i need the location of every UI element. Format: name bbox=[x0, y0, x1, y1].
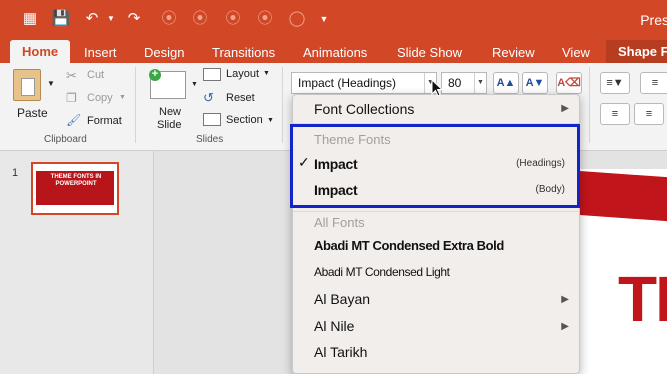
slide-red-banner bbox=[578, 170, 667, 222]
font-item-name: Al Nile bbox=[314, 318, 355, 334]
tab-shape-format[interactable]: Shape F bbox=[606, 40, 667, 63]
document-title: Pres bbox=[640, 12, 667, 28]
layout-button[interactable]: Layout bbox=[226, 68, 259, 80]
ribbon-divider bbox=[282, 67, 283, 143]
undo-dropdown-icon[interactable]: ▼ bbox=[101, 9, 121, 29]
font-item[interactable]: Al Bayan ▶ bbox=[293, 287, 579, 313]
slide-thumbnails-pane: 1 THEME FONTS IN POWERPOINT bbox=[0, 151, 154, 374]
font-name-value: Impact (Headings) bbox=[298, 76, 397, 90]
section-icon[interactable] bbox=[203, 113, 221, 126]
all-fonts-header: All Fonts bbox=[314, 215, 365, 230]
tab-insert[interactable]: Insert bbox=[84, 42, 117, 63]
slide-number: 1 bbox=[12, 167, 19, 179]
customize-toolbar-icon[interactable]: ▼ bbox=[314, 9, 334, 29]
new-slide-dropdown-icon[interactable]: ▼ bbox=[191, 81, 198, 88]
ribbon-divider bbox=[135, 67, 136, 143]
layout-icon[interactable] bbox=[203, 68, 221, 81]
align-left-icon[interactable]: ≡ bbox=[600, 103, 630, 125]
format-painter-button[interactable]: Format bbox=[87, 115, 122, 127]
thumbnail-title: THEME FONTS IN POWERPOINT bbox=[50, 174, 102, 187]
paste-icon[interactable] bbox=[13, 69, 41, 101]
bullets-icon[interactable]: ≡▼ bbox=[600, 72, 630, 94]
theme-fonts-highlight bbox=[290, 124, 580, 208]
align-center-icon[interactable]: ≡ bbox=[634, 103, 664, 125]
font-item-name: Al Tarikh bbox=[314, 344, 368, 360]
mouse-pointer-icon bbox=[431, 79, 443, 97]
quick-access-icon-4[interactable]: ⦿ bbox=[255, 9, 275, 29]
copy-dropdown-icon[interactable]: ▼ bbox=[119, 94, 126, 101]
reset-button[interactable]: Reset bbox=[226, 92, 255, 104]
cut-button[interactable]: Cut bbox=[87, 69, 104, 81]
tab-animations[interactable]: Animations bbox=[303, 42, 367, 63]
clear-formatting-icon[interactable]: A⌫ bbox=[556, 72, 582, 94]
numbering-icon[interactable]: ≡ bbox=[640, 72, 667, 94]
submenu-arrow-icon: ▶ bbox=[561, 103, 569, 114]
section-button[interactable]: Section bbox=[226, 114, 263, 126]
quick-access-icon-2[interactable]: ⦿ bbox=[190, 9, 210, 29]
slide-title-preview: TH bbox=[618, 263, 667, 335]
reset-icon[interactable]: ↺ bbox=[203, 90, 214, 106]
undo-icon[interactable]: ↶ bbox=[82, 9, 102, 29]
quick-access-icon-5[interactable]: ◯ bbox=[287, 9, 307, 29]
font-collections-label: Font Collections bbox=[314, 101, 415, 117]
tab-view[interactable]: View bbox=[562, 42, 590, 63]
font-collections-item[interactable]: Font Collections ▶ bbox=[293, 97, 579, 121]
new-slide-label-2[interactable]: Slide bbox=[157, 119, 181, 131]
font-size-dropdown-icon[interactable]: ▼ bbox=[474, 73, 486, 93]
font-item-name: Abadi MT Condensed Light bbox=[314, 265, 450, 279]
font-item-name: Abadi MT Condensed Extra Bold bbox=[314, 238, 504, 253]
tab-design[interactable]: Design bbox=[144, 42, 184, 63]
paste-dropdown-icon[interactable]: ▼ bbox=[47, 79, 55, 88]
copy-icon[interactable]: ❐ bbox=[66, 91, 77, 105]
font-item-name: Al Bayan bbox=[314, 291, 371, 307]
title-bar: ▦ 💾 ↶ ▼ ↷ ⦿ ⦿ ⦿ ⦿ ◯ ▼ Pres bbox=[0, 0, 667, 40]
new-slide-icon[interactable]: + bbox=[149, 69, 186, 99]
sidebar-toggle-icon[interactable]: ▦ bbox=[20, 9, 40, 29]
save-icon[interactable]: 💾 bbox=[51, 9, 71, 29]
font-size-value: 80 bbox=[448, 76, 462, 90]
ribbon-tabs: Home Insert Design Transitions Animation… bbox=[0, 40, 667, 63]
submenu-arrow-icon: ▶ bbox=[561, 321, 569, 332]
font-size-combo[interactable]: 80 ▼ bbox=[441, 72, 487, 94]
font-item[interactable]: Al Tarikh bbox=[293, 340, 579, 366]
increase-font-size-button[interactable]: A▲ bbox=[493, 72, 519, 94]
font-item[interactable]: Abadi MT Condensed Extra Bold bbox=[293, 235, 579, 259]
quick-access-icon-3[interactable]: ⦿ bbox=[223, 9, 243, 29]
slides-group-label: Slides bbox=[196, 134, 224, 145]
section-dropdown-icon[interactable]: ▼ bbox=[267, 117, 274, 124]
tab-transitions[interactable]: Transitions bbox=[212, 42, 275, 63]
decrease-font-size-button[interactable]: A▼ bbox=[522, 72, 548, 94]
tab-home[interactable]: Home bbox=[10, 40, 71, 63]
font-item[interactable]: Abadi MT Condensed Light bbox=[293, 261, 579, 285]
menu-separator bbox=[293, 211, 579, 212]
font-item[interactable]: Al Nile ▶ bbox=[293, 314, 579, 340]
slide-thumbnail[interactable]: THEME FONTS IN POWERPOINT bbox=[31, 162, 119, 215]
tab-review[interactable]: Review bbox=[492, 42, 535, 63]
format-painter-icon[interactable]: 🖌 bbox=[66, 113, 81, 127]
copy-button[interactable]: Copy bbox=[87, 92, 113, 104]
font-name-combo[interactable]: Impact (Headings) ▼ bbox=[291, 72, 437, 94]
clipboard-group-label: Clipboard bbox=[44, 134, 87, 145]
layout-dropdown-icon[interactable]: ▼ bbox=[263, 70, 270, 77]
ribbon-divider bbox=[589, 67, 590, 143]
paste-button[interactable]: Paste bbox=[17, 106, 48, 120]
quick-access-icon-1[interactable]: ⦿ bbox=[159, 9, 179, 29]
tab-slide-show[interactable]: Slide Show bbox=[397, 42, 462, 63]
redo-icon[interactable]: ↷ bbox=[124, 9, 144, 29]
submenu-arrow-icon: ▶ bbox=[561, 294, 569, 305]
new-slide-label-1[interactable]: New bbox=[159, 106, 181, 118]
cut-icon[interactable]: ✂ bbox=[66, 68, 77, 84]
